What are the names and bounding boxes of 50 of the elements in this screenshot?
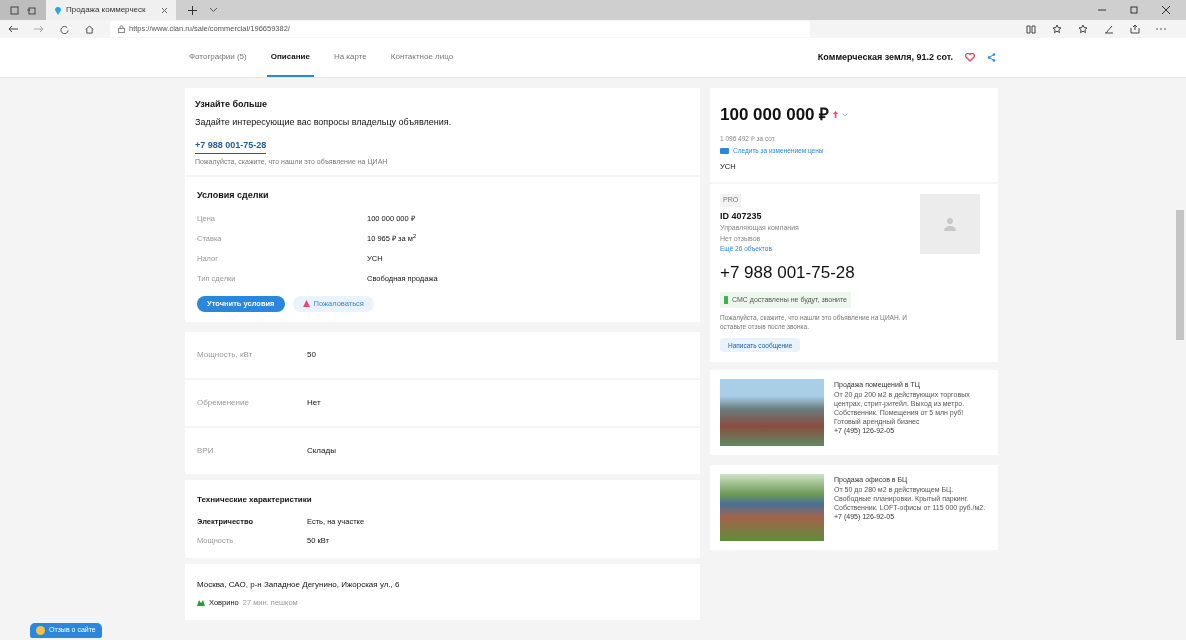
- tabs-icon[interactable]: [27, 5, 36, 15]
- pin-icon: [54, 5, 62, 15]
- param-label: Мощность, кВт: [197, 348, 254, 361]
- minimize-icon[interactable]: [1098, 6, 1106, 14]
- arrow-up-icon: [833, 111, 839, 119]
- envelope-icon: [720, 148, 729, 155]
- close-icon[interactable]: [161, 6, 168, 14]
- param-label: Обременение: [197, 396, 250, 409]
- seller-phone: +7 988 001-75-28: [720, 262, 856, 285]
- share-icon[interactable]: [1130, 24, 1140, 34]
- address-text: Москва, САО, р-н Западное Дегунино, Ижорская ул., 6: [197, 579, 401, 591]
- pen-icon[interactable]: [1104, 24, 1114, 34]
- param-value: 50: [307, 348, 316, 361]
- nav-tab[interactable]: На карте: [329, 38, 371, 77]
- person-icon: [944, 217, 956, 232]
- phone-link[interactable]: +7 988 001-75-28: [195, 139, 267, 154]
- book-icon[interactable]: [1026, 24, 1036, 34]
- scrollbar[interactable]: [1176, 210, 1184, 340]
- param-value: Склады: [307, 444, 336, 457]
- contact-text: Задайте интересующие вас вопросы владельцу объявления.: [195, 115, 453, 129]
- tabs-icon[interactable]: [10, 5, 19, 15]
- metro-icon: [197, 599, 205, 606]
- share-icon[interactable]: [987, 53, 996, 62]
- heart-icon[interactable]: [965, 53, 975, 62]
- phone-icon: [724, 296, 728, 304]
- star-icon[interactable]: [1078, 24, 1088, 34]
- tab-title: Продажа коммерческ: [66, 4, 146, 16]
- price: 100 000 000 ₽: [720, 104, 830, 126]
- seller-id: ID 407235: [720, 209, 763, 223]
- star-icon[interactable]: [1052, 24, 1062, 34]
- section-heading: Узнайте больше: [195, 98, 269, 111]
- maximize-icon[interactable]: [1130, 6, 1138, 14]
- section-heading: Условия сделки: [197, 189, 270, 202]
- nav-tab[interactable]: Контактное лицо: [386, 38, 458, 77]
- nav-tab[interactable]: Описание: [266, 38, 314, 77]
- warning-icon: [302, 300, 310, 307]
- home-icon[interactable]: [85, 24, 94, 34]
- listing-title: Коммерческая земля, 91.2 сот.: [817, 50, 953, 64]
- plus-icon[interactable]: [188, 5, 197, 15]
- param-value: Нет: [307, 396, 321, 409]
- section-heading: Технические характеристики: [197, 493, 313, 506]
- back-icon[interactable]: [8, 25, 18, 33]
- chevron-down-icon[interactable]: [209, 7, 218, 13]
- browser-tab[interactable]: Продажа коммерческ: [46, 0, 176, 20]
- lock-icon: [118, 25, 125, 33]
- smiley-icon: [36, 626, 45, 635]
- param-label: ВРИ: [197, 444, 215, 457]
- refresh-icon[interactable]: [60, 24, 69, 34]
- close-icon[interactable]: [1162, 6, 1170, 14]
- nav-tab[interactable]: Фотографии (5): [185, 38, 251, 77]
